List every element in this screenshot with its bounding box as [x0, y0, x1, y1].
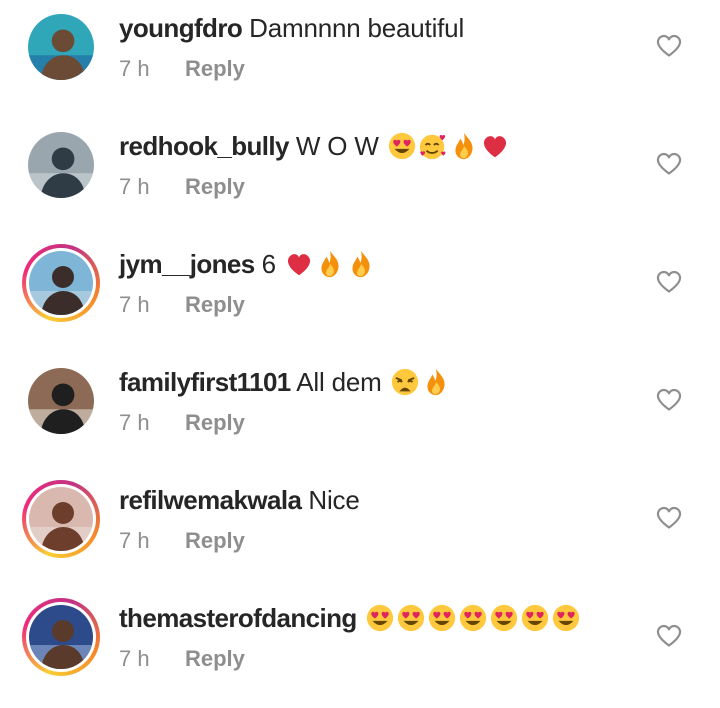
reply-button[interactable]: Reply — [185, 410, 245, 435]
avatar[interactable] — [22, 362, 100, 440]
reply-button[interactable]: Reply — [185, 174, 245, 199]
heart-eyes-emoji-icon — [552, 604, 579, 632]
comment-username[interactable]: refilwemakwala — [119, 485, 302, 515]
heart-eyes-emoji-icon — [388, 132, 415, 160]
reply-button[interactable]: Reply — [185, 56, 245, 81]
avatar-photo — [28, 14, 94, 80]
like-heart-icon[interactable] — [656, 152, 682, 176]
avatar-photo — [28, 132, 94, 198]
comment-row: youngfdro Damnnnn beautiful 7 h Reply — [0, 0, 720, 118]
red-heart-emoji-icon — [287, 254, 311, 276]
comment-text-line: refilwemakwala Nice — [119, 485, 360, 515]
comment-row: refilwemakwala Nice 7 h Reply — [0, 472, 720, 590]
fire-emoji-icon — [455, 132, 473, 160]
avatar-photo — [29, 605, 93, 669]
like-heart-icon[interactable] — [656, 624, 682, 648]
comment-timestamp: 7 h — [119, 646, 150, 671]
like-heart-icon[interactable] — [656, 270, 682, 294]
avatar-photo — [29, 251, 93, 315]
comment-timestamp: 7 h — [119, 292, 150, 317]
like-heart-icon[interactable] — [656, 506, 682, 530]
comment-username[interactable]: youngfdro — [119, 13, 243, 43]
fire-emoji-icon — [321, 250, 339, 278]
avatar[interactable] — [22, 8, 100, 86]
fire-emoji-icon — [352, 250, 370, 278]
comments-list: youngfdro Damnnnn beautiful 7 h Reply redho… — [0, 0, 720, 704]
heart-eyes-emoji-icon — [521, 604, 548, 632]
comment-text-line: themasterofdancing — [119, 603, 581, 633]
avatar[interactable] — [22, 480, 100, 558]
red-heart-emoji-icon — [483, 136, 506, 158]
heart-eyes-emoji-icon — [397, 604, 424, 632]
like-heart-icon[interactable] — [656, 34, 682, 58]
reply-button[interactable]: Reply — [185, 528, 245, 553]
comment-text-line: familyfirst1101 All dem — [119, 367, 451, 397]
comment-body: Nice — [301, 485, 360, 515]
comment-username[interactable]: themasterofdancing — [119, 603, 357, 633]
heart-eyes-emoji-icon — [366, 604, 393, 632]
comment-meta: 7 h Reply — [119, 56, 245, 82]
fire-emoji-icon — [427, 368, 445, 396]
comment-text-line: youngfdro Damnnnn beautiful — [119, 13, 464, 43]
comment-body: All dem — [290, 367, 382, 397]
avatar-photo — [28, 368, 94, 434]
comment-timestamp: 7 h — [119, 174, 150, 199]
comment-meta: 7 h Reply — [119, 292, 245, 318]
reply-button[interactable]: Reply — [185, 646, 245, 671]
comment-username[interactable]: familyfirst1101 — [119, 367, 291, 397]
weary-face-emoji-icon — [391, 368, 418, 396]
comment-row: familyfirst1101 All dem 7 h Reply — [0, 354, 720, 472]
comment-text-line: redhook_bully W O W — [119, 131, 510, 161]
comment-username[interactable]: redhook_bully — [119, 131, 290, 161]
comment-meta: 7 h Reply — [119, 528, 245, 554]
avatar[interactable] — [22, 244, 100, 322]
comment-timestamp: 7 h — [119, 410, 150, 435]
heart-eyes-emoji-icon — [428, 604, 455, 632]
comment-timestamp: 7 h — [119, 528, 150, 553]
comment-row: redhook_bully W O W 7 h Reply — [0, 118, 720, 236]
like-heart-icon[interactable] — [656, 388, 682, 412]
smiling-hearts-emoji-icon — [419, 134, 446, 160]
comment-meta: 7 h Reply — [119, 410, 245, 436]
comment-body: 6 — [254, 249, 276, 279]
comment-meta: 7 h Reply — [119, 174, 245, 200]
comment-username[interactable]: jym__jones — [119, 249, 255, 279]
heart-eyes-emoji-icon — [490, 604, 517, 632]
avatar[interactable] — [22, 598, 100, 676]
comment-timestamp: 7 h — [119, 56, 150, 81]
comment-row: themasterofdancing 7 h Reply — [0, 590, 720, 708]
comment-body: Damnnnn beautiful — [242, 13, 465, 43]
reply-button[interactable]: Reply — [185, 292, 245, 317]
avatar[interactable] — [22, 126, 100, 204]
avatar-photo — [29, 487, 93, 551]
heart-eyes-emoji-icon — [459, 604, 486, 632]
comment-row: jym__jones 6 7 h Reply — [0, 236, 720, 354]
comment-body: W O W — [288, 131, 379, 161]
comment-meta: 7 h Reply — [119, 646, 245, 672]
comment-text-line: jym__jones 6 — [119, 249, 376, 279]
